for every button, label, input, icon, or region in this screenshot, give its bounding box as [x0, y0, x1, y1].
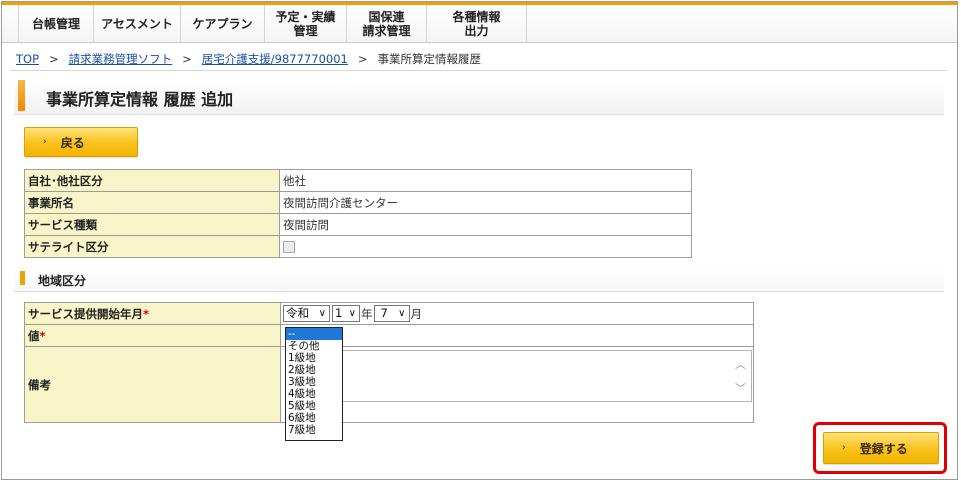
month-unit: 月 — [410, 306, 423, 321]
label-cell: 備考 — [24, 346, 281, 423]
divider — [10, 70, 947, 71]
page-title: 事業所算定情報 履歴 追加 — [46, 90, 234, 109]
breadcrumb-separator: > — [357, 52, 368, 66]
start-month-cell: 令和 ∨ 1 ∨ 年 7 ∨ 月 — [280, 302, 754, 325]
remarks-textarea[interactable]: ︿ ﹀ — [285, 350, 752, 402]
register-button-label: 登録する — [859, 441, 908, 456]
chevron-down-icon: ∨ — [398, 308, 406, 319]
table-row: サテライト区分 — [24, 235, 692, 258]
table-row: 値* — [24, 324, 754, 347]
top-navigation: 台帳管理 アセスメント ケアプラン 予定・実績 管理 国保連 請求管理 各種情報… — [2, 2, 957, 43]
label-cell: 事業所名 — [24, 191, 280, 214]
breadcrumb-billing-link[interactable]: 請求業務管理ソフト — [69, 52, 173, 66]
section-title: 地域区分 — [38, 274, 87, 288]
app-window: 台帳管理 アセスメント ケアプラン 予定・実績 管理 国保連 請求管理 各種情報… — [1, 1, 958, 480]
table-row: 自社･他社区分 他社 — [24, 169, 692, 192]
breadcrumb-separator: > — [49, 52, 59, 66]
office-info-table: 自社･他社区分 他社 事業所名 夜間訪問介護センター サービス種類 夜間訪問 サ… — [24, 169, 692, 258]
label-cell: 自社･他社区分 — [24, 169, 280, 192]
dropdown-option[interactable]: その他 — [286, 340, 342, 352]
required-mark: * — [143, 306, 150, 321]
era-select[interactable]: 令和 ∨ — [283, 305, 330, 322]
dropdown-option[interactable]: -- — [286, 328, 342, 340]
dropdown-option[interactable]: 6級地 — [286, 412, 342, 424]
label-cell: 値* — [24, 324, 281, 347]
breadcrumb-office-link[interactable]: 居宅介護支援/9877770001 — [202, 52, 348, 66]
back-button[interactable]: › 戻る — [24, 127, 138, 157]
chevron-down-icon: ∨ — [348, 308, 356, 319]
month-select[interactable]: 7 ∨ — [373, 305, 410, 322]
nav-item-careplan[interactable]: ケアプラン — [181, 5, 265, 43]
dropdown-option[interactable]: 3級地 — [286, 376, 342, 388]
required-mark: * — [39, 328, 46, 343]
table-row: 事業所名 夜間訪問介護センター — [24, 191, 692, 214]
breadcrumb-top-link[interactable]: TOP — [16, 52, 39, 66]
month-select-value: 7 — [380, 306, 388, 320]
nav-item-schedule[interactable]: 予定・実績 管理 — [265, 5, 347, 43]
breadcrumb-separator: > — [182, 52, 192, 66]
table-row: サービス提供開始年月* 令和 ∨ 1 ∨ 年 7 ∨ 月 — [24, 302, 754, 325]
year-select-value: 1 — [335, 306, 343, 320]
year-select[interactable]: 1 ∨ — [332, 305, 360, 322]
dropdown-option[interactable]: 4級地 — [286, 388, 342, 400]
label-cell: サテライト区分 — [24, 235, 280, 258]
label-cell: サービス提供開始年月* — [24, 302, 281, 325]
section-header: 地域区分 — [14, 268, 944, 292]
nav-item-billing[interactable]: 国保連 請求管理 — [347, 5, 427, 43]
back-button-label: 戻る — [60, 135, 85, 150]
title-marker — [18, 80, 25, 111]
section-marker — [20, 271, 25, 285]
office-name-value: 夜間訪問介護センター — [279, 191, 692, 214]
scroll-up-icon[interactable]: ︿ — [735, 356, 746, 372]
value-cell — [280, 324, 754, 347]
table-row: サービス種類 夜間訪問 — [24, 213, 692, 236]
nav-item-assessment[interactable]: アセスメント — [94, 5, 181, 43]
label-cell: サービス種類 — [24, 213, 280, 236]
page-title-bar: 事業所算定情報 履歴 追加 — [14, 79, 944, 115]
dropdown-option[interactable]: 7級地 — [286, 424, 342, 436]
satellite-checkbox — [283, 241, 295, 253]
dropdown-option[interactable]: 5級地 — [286, 400, 342, 412]
satellite-cell — [279, 235, 692, 258]
company-type-value: 他社 — [279, 169, 692, 192]
register-button[interactable]: › 登録する — [823, 432, 939, 464]
service-type-value: 夜間訪問 — [279, 213, 692, 236]
era-select-value: 令和 — [286, 306, 309, 320]
nav-item-ledger[interactable]: 台帳管理 — [18, 5, 94, 43]
breadcrumb: TOP > 請求業務管理ソフト > 居宅介護支援/9877770001 > 事業所算定情報履… — [16, 51, 481, 67]
breadcrumb-current: 事業所算定情報履歴 — [377, 52, 481, 66]
dropdown-option[interactable]: 2級地 — [286, 364, 342, 376]
year-unit: 年 — [361, 306, 373, 321]
scroll-down-icon[interactable]: ﹀ — [735, 380, 746, 396]
value-dropdown-list: -- その他 1級地 2級地 3級地 4級地 5級地 6級地 7級地 — [285, 327, 343, 441]
chevron-right-icon: › — [842, 443, 846, 453]
chevron-right-icon: › — [43, 137, 47, 147]
nav-item-output[interactable]: 各種情報 出力 — [427, 5, 527, 43]
value-label: 値 — [28, 328, 40, 343]
dropdown-option[interactable]: 1級地 — [286, 352, 342, 364]
start-month-label: サービス提供開始年月 — [28, 306, 143, 321]
chevron-down-icon: ∨ — [318, 308, 326, 319]
